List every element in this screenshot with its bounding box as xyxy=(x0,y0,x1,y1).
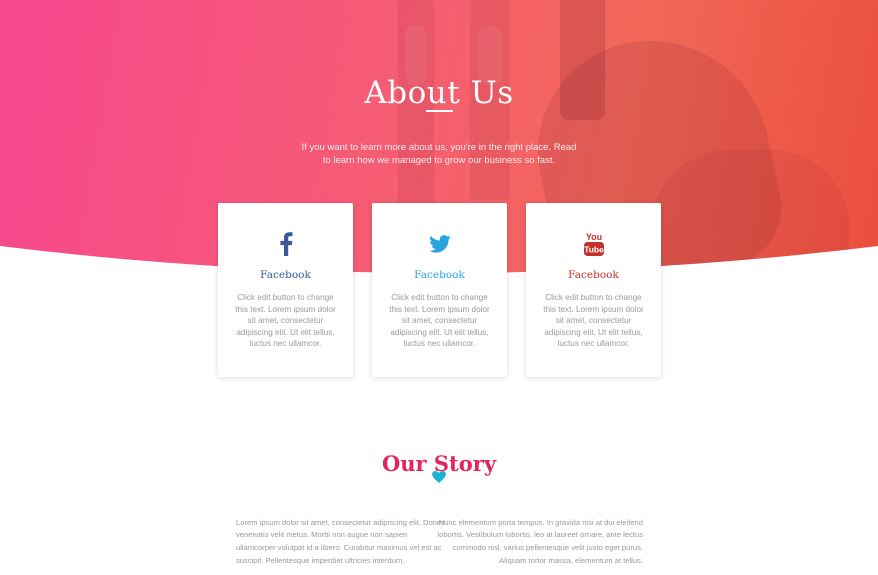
card-text: Click edit button to change this text. L… xyxy=(543,293,644,348)
story-paragraph-right: Nunc elementum porta tempus. In gravida … xyxy=(437,517,643,565)
card-text: Click edit button to change this text. L… xyxy=(389,293,490,348)
card-text: Click edit button to change this text. L… xyxy=(235,293,336,348)
social-card-facebook[interactable]: Facebook Click edit button to change thi… xyxy=(218,203,353,377)
story-paragraph-left: Lorem ipsum dolor sit amet, consectetur … xyxy=(236,517,445,565)
card-title[interactable]: Facebook xyxy=(218,269,353,281)
heart-icon xyxy=(432,470,446,483)
card-title[interactable]: Facebook xyxy=(372,269,507,281)
page-title: About Us xyxy=(364,74,514,111)
social-card-youtube[interactable]: You Tube Facebook Click edit button to c… xyxy=(526,203,661,377)
social-card-twitter[interactable]: Facebook Click edit button to change thi… xyxy=(372,203,507,377)
youtube-icon[interactable]: You Tube xyxy=(526,231,661,257)
svg-text:Tube: Tube xyxy=(584,245,604,255)
about-page: About Us If you want to learn more about… xyxy=(0,0,878,575)
card-title[interactable]: Facebook xyxy=(526,269,661,281)
twitter-icon[interactable] xyxy=(372,231,507,257)
hero-subtitle: If you want to learn more about us, you'… xyxy=(301,141,577,167)
facebook-icon[interactable] xyxy=(218,231,353,257)
svg-text:You: You xyxy=(585,232,601,242)
title-divider xyxy=(426,110,453,112)
